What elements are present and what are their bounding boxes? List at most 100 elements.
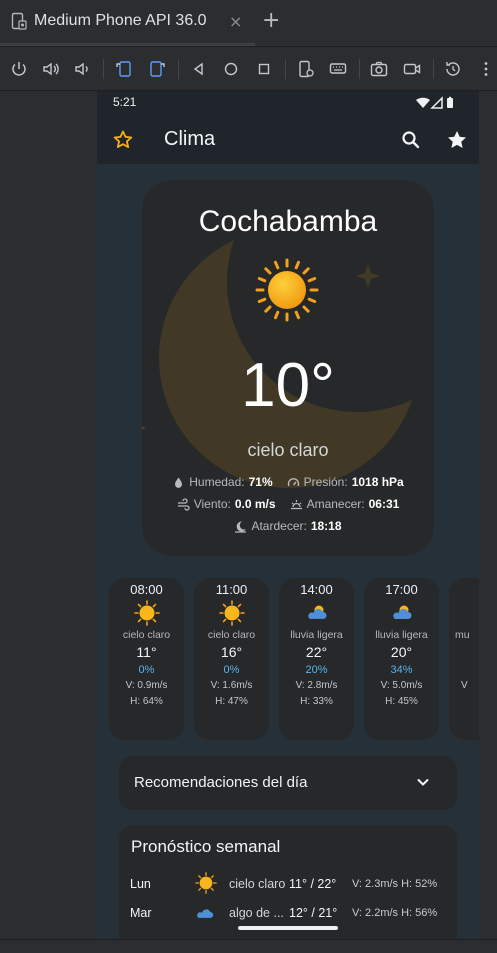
info-row: Viento: 0.0 m/s Amanecer: 06:31 [142, 497, 434, 511]
recommendations-title: Recomendaciones del día [134, 774, 308, 791]
toolbar-separator [285, 59, 286, 79]
hour-card[interactable]: 11:00 cielo claro 16° 0% V: 1.6m/s H: 47… [194, 578, 269, 740]
camera-icon[interactable] [369, 59, 389, 79]
pressure-info: Presión: 1018 hPa [287, 475, 404, 489]
power-icon[interactable] [9, 59, 29, 79]
sun-icon [134, 600, 160, 626]
app-title: Clima [164, 128, 216, 150]
chevron-down-icon[interactable] [415, 774, 431, 790]
video-icon[interactable] [402, 59, 422, 79]
rotate-left-icon[interactable] [114, 59, 134, 79]
recommendations-panel[interactable]: Recomendaciones del día [119, 756, 457, 810]
hour-rain-chance: 0% [223, 664, 240, 676]
weekly-row[interactable]: Mar algo de ... 12° / 21° V: 2.2m/s H: 5… [119, 901, 457, 927]
gauge-icon [287, 477, 299, 486]
main-content[interactable]: Cochabamba 10° cielo claro Humedad: 71% … [97, 164, 479, 939]
sun-icon [255, 258, 319, 322]
back-icon[interactable] [189, 59, 209, 79]
close-tab-icon[interactable]: × [229, 12, 242, 31]
toolbar-separator [433, 59, 434, 79]
weekly-title: Pronóstico semanal [131, 837, 281, 856]
hour-wind: V: 2.8m/s [295, 680, 338, 691]
humidity-info: Humedad: 71% [172, 475, 273, 489]
hour-card[interactable]: 08:00 cielo claro 11° 0% V: 0.9m/s H: 64… [109, 578, 184, 740]
toolbar-separator [359, 59, 360, 79]
overview-icon[interactable] [254, 59, 274, 79]
weekly-day: Mar [130, 906, 152, 920]
rain-cloud-icon [308, 605, 327, 619]
rain-cloud-icon [197, 909, 214, 918]
hour-card[interactable]: 14:00 lluvia ligera 22° 20% V: 2.8m/s H:… [279, 578, 354, 740]
hour-wind: V [461, 680, 468, 691]
toolbar-separator [103, 59, 104, 79]
hour-rain-chance: 34% [390, 664, 413, 676]
home-icon[interactable] [221, 59, 241, 79]
wifi-icon [416, 97, 430, 108]
gesture-nav-handle[interactable] [238, 926, 338, 930]
weekly-forecast-card: Pronóstico semanal Lun cielo claro 11° /… [119, 825, 457, 939]
hour-description: lluvia ligera [375, 629, 428, 641]
ide-left-margin [0, 91, 97, 939]
status-time: 5:21 [113, 95, 137, 109]
current-description: cielo claro [247, 440, 329, 460]
add-tab-icon[interactable]: + [262, 8, 280, 33]
wind-icon [177, 497, 190, 511]
hour-rain-chance: 20% [305, 664, 328, 676]
hour-description: mu [455, 629, 470, 641]
rotate-right-icon[interactable] [147, 59, 167, 79]
current-temperature: 10° [241, 351, 335, 420]
ide-tab-bar: Medium Phone API 36.0 × + [0, 0, 497, 46]
emulator-screen[interactable]: 5:21 Clima Cochabamba 10° cielo claro Hu… [97, 91, 479, 939]
hour-description: lluvia ligera [290, 629, 343, 641]
weekly-description: algo de ... [229, 906, 284, 920]
hour-humidity: H: 64% [130, 696, 163, 707]
favorites-star-icon[interactable] [445, 128, 469, 152]
hour-humidity: H: 33% [300, 696, 333, 707]
device-icon [11, 12, 27, 30]
toolbar-separator [178, 59, 179, 79]
humidity-drop-icon [175, 477, 183, 488]
sunset-moon-icon [235, 520, 247, 533]
status-bar: 5:21 [97, 91, 479, 115]
more-icon[interactable] [476, 59, 496, 79]
volume-up-icon[interactable] [41, 59, 61, 79]
star-outline-icon[interactable] [111, 128, 135, 152]
weekly-wind-humidity: V: 2.3m/s H: 52% [352, 878, 438, 890]
sunset-info: Atardecer: 18:18 [234, 519, 342, 533]
weekly-row[interactable]: Lun cielo claro 11° / 22° V: 2.3m/s H: 5… [119, 872, 457, 898]
search-icon[interactable] [400, 129, 422, 151]
sun-icon [195, 872, 217, 894]
volume-down-icon[interactable] [72, 59, 92, 79]
info-row: Humedad: 71% Presión: 1018 hPa [142, 475, 434, 489]
weekly-temperature: 12° / 21° [289, 906, 338, 920]
sunrise-info: Amanecer: 06:31 [290, 497, 399, 511]
sun-icon [219, 600, 245, 626]
hour-time: 17:00 [385, 582, 418, 597]
keyboard-icon[interactable] [328, 59, 348, 79]
snapshot-icon[interactable] [443, 59, 463, 79]
hour-card[interactable]: 17:00 lluvia ligera 20° 34% V: 5.0m/s H:… [364, 578, 439, 740]
emulator-tab[interactable]: Medium Phone API 36.0 × [0, 0, 255, 46]
hour-temperature: 20° [390, 644, 413, 660]
hourly-forecast-list[interactable]: 08:00 cielo claro 11° 0% V: 0.9m/s H: 64… [109, 578, 479, 740]
hour-temperature: 22° [305, 644, 328, 660]
tab-title: Medium Phone API 36.0 [34, 12, 207, 29]
current-weather-card: Cochabamba 10° cielo claro Humedad: 71% … [142, 180, 434, 556]
hour-description: cielo claro [122, 629, 171, 641]
rain-cloud-icon [393, 605, 412, 619]
weekly-temperature: 11° / 22° [289, 877, 337, 891]
hour-time: 11:00 [215, 582, 248, 597]
sunrise-icon [290, 499, 302, 509]
status-icons [416, 96, 453, 109]
signal-icon [430, 96, 443, 109]
hour-card[interactable]: mu V [449, 578, 479, 740]
ide-bottom-bar [0, 939, 497, 953]
device-settings-icon[interactable] [296, 59, 316, 79]
hour-description: cielo claro [207, 629, 256, 641]
hour-temperature: 11° [136, 644, 157, 660]
hour-time: 14:00 [300, 582, 333, 597]
emulator-toolbar [0, 46, 497, 91]
hour-wind: V: 5.0m/s [380, 680, 423, 691]
app-bar: Clima [97, 115, 479, 164]
hour-humidity: H: 45% [385, 696, 418, 707]
